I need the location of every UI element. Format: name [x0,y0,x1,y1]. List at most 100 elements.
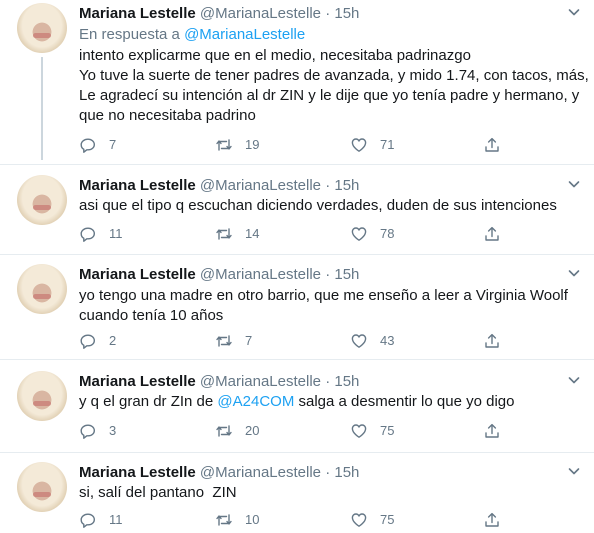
reply-count: 3 [109,423,117,438]
tweet[interactable]: Mariana Lestelle @MarianaLestelle · 15h … [0,368,594,452]
retweet-button[interactable]: 20 [215,421,259,441]
chevron-down-icon[interactable] [566,372,582,388]
reply-count: 11 [109,226,123,241]
like-button[interactable]: 78 [350,224,394,244]
reply-button[interactable]: 3 [79,421,116,441]
tweet-text: asi que el tipo q escuchan diciendo verd… [79,196,557,216]
tweet-text-line: cuando tenía 10 años [79,307,224,324]
chevron-down-icon[interactable] [566,265,582,281]
reply-button[interactable]: 11 [79,510,123,530]
reply-mention-link[interactable]: @MarianaLestelle [184,26,305,43]
like-count: 43 [380,333,395,348]
like-button[interactable]: 43 [350,331,394,351]
avatar[interactable] [17,371,67,421]
author-handle[interactable]: @MarianaLestelle [200,177,321,194]
timestamp[interactable]: 15h [334,266,359,283]
heart-icon [351,334,367,348]
retweet-count: 7 [245,333,253,348]
share-button[interactable] [483,510,513,530]
tweet-text-line: si, salí del pantano ZIN [79,484,237,501]
author-handle[interactable]: @MarianaLestelle [200,373,321,390]
tweet-divider [0,254,594,255]
chevron-down-icon[interactable] [566,463,582,479]
reply-count: 7 [109,137,117,152]
avatar[interactable] [17,175,67,225]
author-name[interactable]: Mariana Lestelle [79,373,196,390]
author-handle[interactable]: @MarianaLestelle [200,266,321,283]
tweet[interactable]: Mariana Lestelle @MarianaLestelle · 15h … [0,459,594,533]
avatar[interactable] [17,3,67,53]
mention-link[interactable]: @A24COM [217,393,294,410]
share-icon [485,333,499,348]
tweet-header: Mariana Lestelle @MarianaLestelle · 15h [79,176,359,196]
reply-icon [80,334,95,349]
author-name[interactable]: Mariana Lestelle [79,266,196,283]
tweet-text: si, salí del pantano ZIN [79,483,237,503]
retweet-count: 10 [245,512,260,527]
retweet-button[interactable]: 14 [215,224,259,244]
tweet-header: Mariana Lestelle @MarianaLestelle · 15h [79,4,359,24]
tweet[interactable]: Mariana Lestelle @MarianaLestelle · 15h … [0,261,594,359]
author-handle[interactable]: @MarianaLestelle [200,464,321,481]
reply-icon [80,227,95,242]
author-handle[interactable]: @MarianaLestelle [200,5,321,22]
tweet-text-line: Yo tuve la suerte de tener padres de ava… [79,67,589,84]
chevron-down-icon[interactable] [566,176,582,192]
share-icon [485,512,499,527]
author-name[interactable]: Mariana Lestelle [79,5,196,22]
retweet-button[interactable]: 7 [215,331,252,351]
avatar[interactable] [17,264,67,314]
chevron-down-icon[interactable] [566,4,582,20]
timestamp[interactable]: 15h [334,373,359,390]
retweet-count: 20 [245,423,260,438]
reply-context: En respuesta a @MarianaLestelle [79,25,305,45]
separator-dot: · [325,464,331,481]
retweet-count: 14 [245,226,260,241]
timestamp[interactable]: 15h [334,5,359,22]
tweet-actions: 7 19 71 [79,135,519,155]
tweet-divider [0,359,594,360]
reply-count: 11 [109,512,123,527]
reply-button[interactable]: 11 [79,224,123,244]
reply-icon [80,138,95,153]
tweet[interactable]: Mariana Lestelle @MarianaLestelle · 15h … [0,172,594,260]
like-count: 78 [380,226,395,241]
like-button[interactable]: 71 [350,135,394,155]
tweet-text-line: intento explicarme que en el medio, nece… [79,47,471,64]
retweet-icon [216,514,232,526]
tweet-text-line: yo tengo una madre en otro barrio, que m… [79,287,568,304]
reply-button[interactable]: 2 [79,331,116,351]
avatar[interactable] [17,462,67,512]
reply-count: 2 [109,333,117,348]
share-button[interactable] [483,331,513,351]
tweet-header: Mariana Lestelle @MarianaLestelle · 15h [79,372,359,392]
separator-dot: · [325,266,331,283]
tweet-thread: Mariana Lestelle @MarianaLestelle · 15h … [0,0,594,533]
retweet-icon [216,139,232,151]
retweet-button[interactable]: 19 [215,135,259,155]
reply-icon [80,424,95,439]
retweet-icon [216,335,232,347]
author-name[interactable]: Mariana Lestelle [79,464,196,481]
retweet-count: 19 [245,137,260,152]
retweet-icon [216,425,232,437]
tweet-header: Mariana Lestelle @MarianaLestelle · 15h [79,265,359,285]
share-icon [485,423,499,438]
retweet-icon [216,228,232,240]
tweet-text-line: asi que el tipo q escuchan diciendo verd… [79,197,557,214]
tweet-actions: 11 10 75 [79,510,519,530]
tweet[interactable]: Mariana Lestelle @MarianaLestelle · 15h … [0,0,594,160]
heart-icon [351,138,367,152]
timestamp[interactable]: 15h [334,177,359,194]
reply-button[interactable]: 7 [79,135,116,155]
share-button[interactable] [483,135,513,155]
like-button[interactable]: 75 [350,510,394,530]
share-button[interactable] [483,421,513,441]
timestamp[interactable]: 15h [334,464,359,481]
like-button[interactable]: 75 [350,421,394,441]
separator-dot: · [325,5,331,22]
share-button[interactable] [483,224,513,244]
author-name[interactable]: Mariana Lestelle [79,177,196,194]
retweet-button[interactable]: 10 [215,510,259,530]
tweet-text: y q el gran dr ZIn de @A24COM salga a de… [79,392,514,412]
